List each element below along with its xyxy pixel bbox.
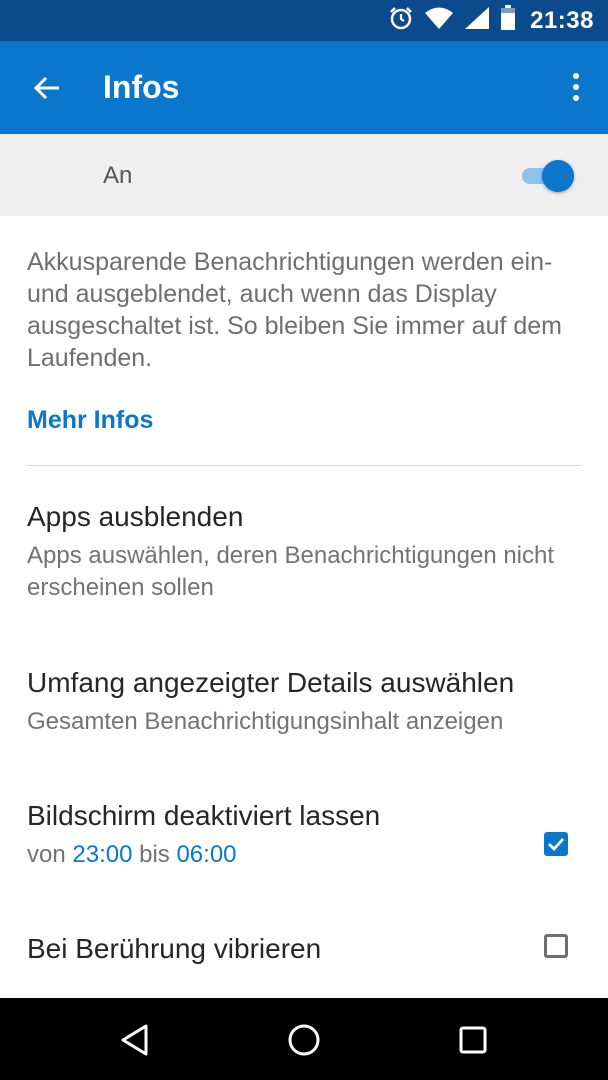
page-title: Infos xyxy=(103,69,180,105)
master-switch-bar[interactable]: An xyxy=(0,134,608,216)
pref-title: Bei Berührung vibrieren xyxy=(27,933,322,964)
pref-detail-level[interactable]: Umfang angezeigter Details auswählen Ges… xyxy=(27,666,587,738)
more-info-link[interactable]: Mehr Infos xyxy=(27,406,153,435)
master-switch-label: An xyxy=(103,162,133,189)
pref-title: Umfang angezeigter Details auswählen xyxy=(27,667,515,698)
more-options-button[interactable] xyxy=(564,69,588,105)
pref-summary: Gesamten Benachrichtigungsinhalt anzeige… xyxy=(27,708,504,735)
feature-description: Akkusparende Benachrichtigungen werden e… xyxy=(27,248,562,372)
pref-vibrate-on-touch[interactable]: Bei Berührung vibrieren xyxy=(27,932,517,966)
keep-screen-off-checkbox[interactable] xyxy=(544,832,568,856)
nav-back-icon xyxy=(121,1024,148,1056)
pref-summary: von 23:00 bis 06:00 xyxy=(27,839,517,871)
vibrate-checkbox[interactable] xyxy=(544,934,568,958)
checkmark-icon xyxy=(548,838,565,852)
clock: 21:38 xyxy=(530,6,594,34)
summary-middle: bis xyxy=(132,841,177,868)
master-switch-toggle[interactable] xyxy=(520,158,576,192)
navigation-bar xyxy=(0,998,608,1080)
arrow-back-icon xyxy=(33,76,59,100)
nav-recents-icon xyxy=(459,1026,487,1054)
switch-thumb xyxy=(542,160,574,192)
status-bar: 21:38 xyxy=(0,0,608,41)
alarm-icon xyxy=(388,5,414,36)
more-vert-icon xyxy=(573,73,579,79)
pref-hide-apps[interactable]: Apps ausblenden Apps auswählen, deren Be… xyxy=(27,500,587,604)
from-time-link[interactable]: 23:00 xyxy=(72,841,132,868)
nav-back-button[interactable] xyxy=(113,1018,157,1062)
pref-keep-screen-off[interactable]: Bildschirm deaktiviert lassen von 23:00 … xyxy=(27,799,517,871)
signal-icon xyxy=(464,6,490,35)
nav-recents-button[interactable] xyxy=(451,1018,495,1062)
pref-title: Bildschirm deaktiviert lassen xyxy=(27,800,381,831)
pref-summary: Apps auswählen, deren Benachrichtigungen… xyxy=(27,542,555,601)
to-time-link[interactable]: 06:00 xyxy=(176,841,236,868)
battery-icon xyxy=(500,5,516,36)
back-button[interactable] xyxy=(26,67,68,109)
nav-home-button[interactable] xyxy=(282,1018,326,1062)
pref-title: Apps ausblenden xyxy=(27,501,244,532)
divider xyxy=(27,465,581,466)
nav-home-icon xyxy=(288,1024,320,1056)
wifi-icon xyxy=(424,6,454,35)
summary-prefix: von xyxy=(27,841,73,868)
app-bar: Infos xyxy=(0,41,608,134)
